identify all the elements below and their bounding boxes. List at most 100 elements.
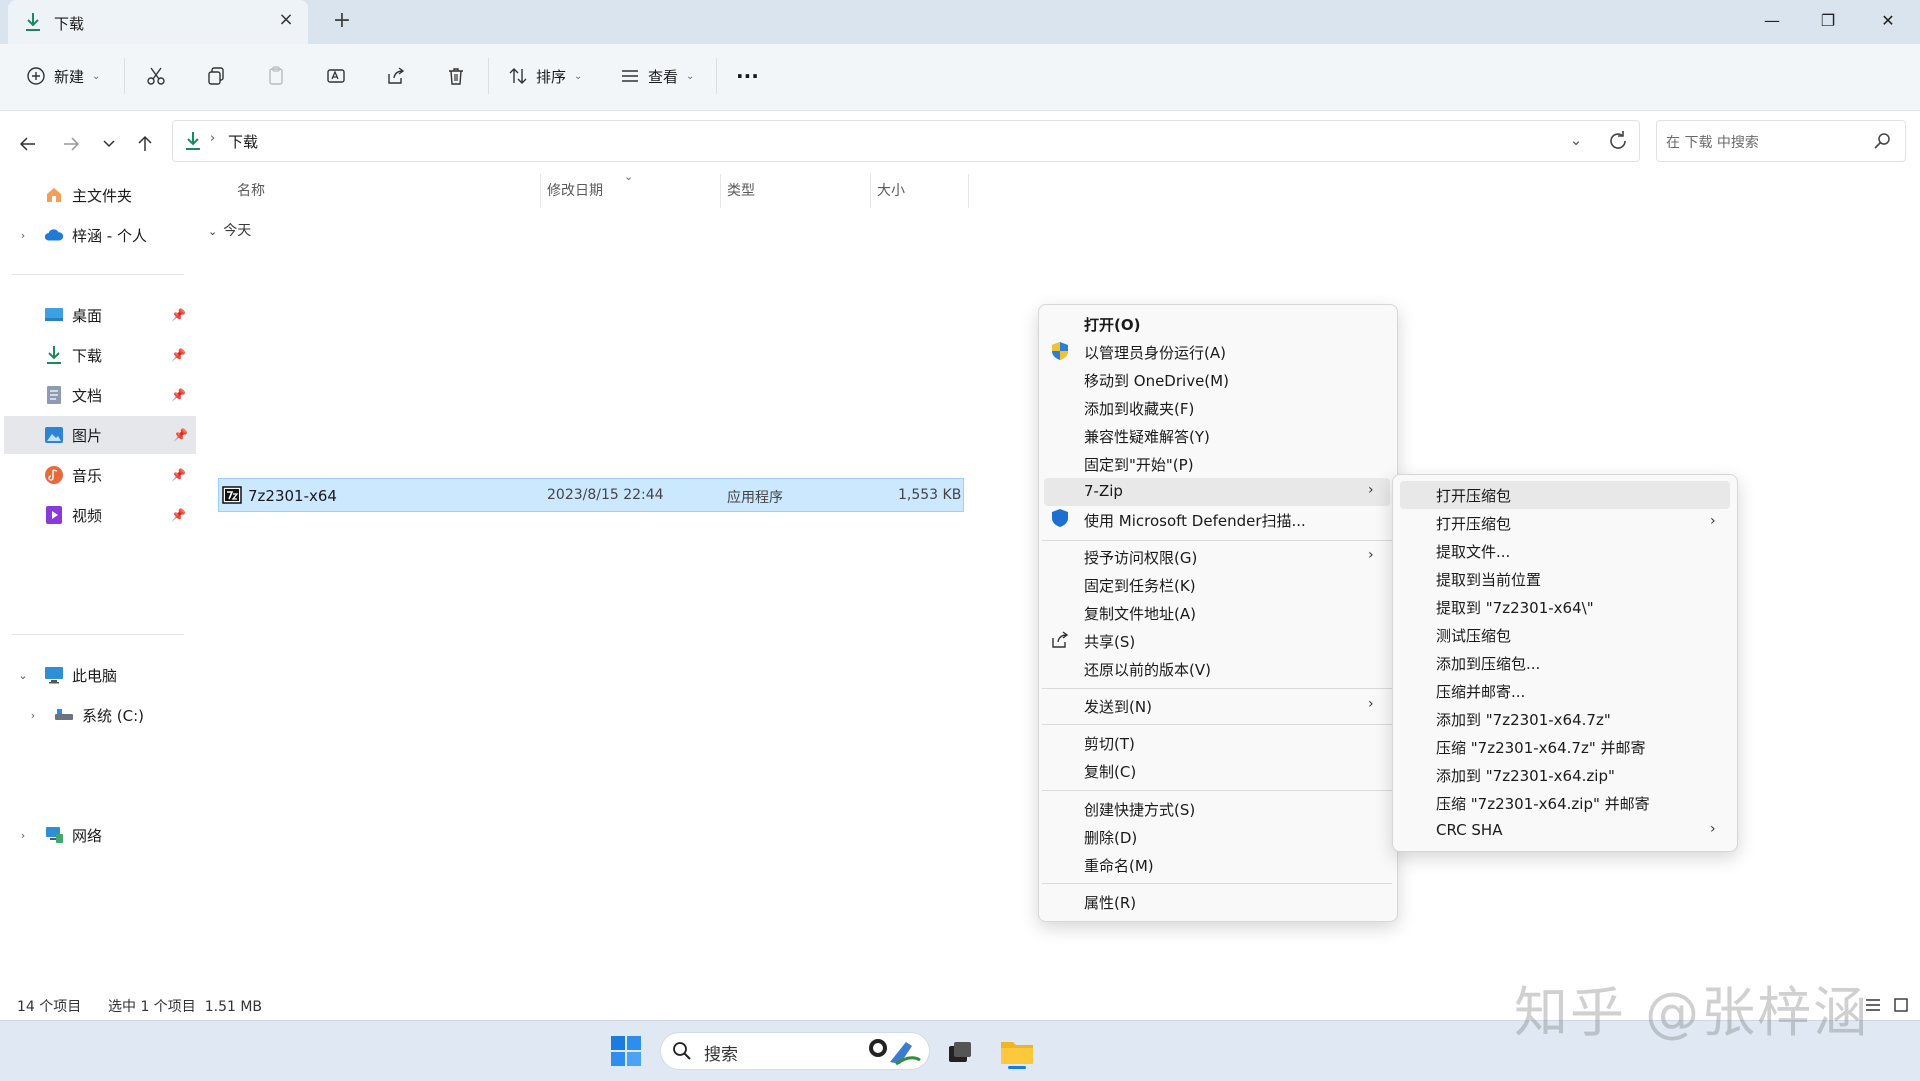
home-icon	[44, 185, 64, 205]
taskbar-search-input[interactable]: 搜索	[704, 1040, 738, 1065]
menu-item-rename[interactable]: 重命名(M)	[1084, 855, 1154, 876]
menu-item-delete[interactable]: 删除(D)	[1084, 827, 1137, 848]
close-window-button[interactable]: ✕	[1868, 6, 1908, 36]
menu-item-troubleshoot-compatibility[interactable]: 兼容性疑难解答(Y)	[1084, 426, 1210, 447]
tab-downloads[interactable]	[8, 0, 308, 44]
menu-item-pin-to-start[interactable]: 固定到"开始"(P)	[1084, 454, 1194, 475]
submenu-item-add-to-7z[interactable]: 添加到 "7z2301-x64.7z"	[1436, 709, 1611, 730]
submenu-item-open-archive[interactable]: 打开压缩包	[1436, 485, 1511, 506]
command-bar	[0, 44, 1920, 111]
search-input[interactable]: 在 下载 中搜索	[1666, 132, 1759, 152]
close-tab-icon[interactable]: ×	[276, 10, 296, 30]
pin-icon[interactable]: 📌	[171, 468, 186, 482]
column-divider[interactable]	[968, 174, 969, 208]
pin-icon[interactable]: 📌	[173, 428, 188, 442]
sidebar-item-home[interactable]: 主文件夹	[12, 178, 194, 212]
forward-button[interactable]	[55, 128, 87, 160]
sidebar-item-network[interactable]: › 网络	[12, 818, 194, 852]
column-divider[interactable]	[540, 174, 541, 208]
sidebar-item-this-pc[interactable]: ⌄ 此电脑	[12, 658, 194, 692]
plus-circle-icon	[27, 67, 45, 85]
sidebar-item-music[interactable]: 音乐 📌	[12, 458, 194, 492]
new-tab-button[interactable]: +	[332, 10, 352, 32]
menu-item-copy-path[interactable]: 复制文件地址(A)	[1084, 603, 1196, 624]
share-icon	[1052, 631, 1069, 648]
menu-item-defender-scan[interactable]: 使用 Microsoft Defender扫描...	[1084, 510, 1306, 531]
menu-item-restore-previous-versions[interactable]: 还原以前的版本(V)	[1084, 659, 1211, 680]
sidebar-item-videos[interactable]: 视频 📌	[12, 498, 194, 532]
pin-icon[interactable]: 📌	[171, 308, 186, 322]
submenu-item-extract-here[interactable]: 提取到当前位置	[1436, 569, 1541, 590]
menu-item-properties[interactable]: 属性(R)	[1084, 892, 1136, 913]
sort-button[interactable]: 排序 ⌄	[508, 60, 582, 92]
submenu-item-compress-zip-email[interactable]: 压缩 "7z2301-x64.zip" 并邮寄	[1436, 793, 1650, 814]
menu-item-share[interactable]: 共享(S)	[1084, 631, 1135, 652]
minimize-button[interactable]: —	[1752, 6, 1792, 36]
breadcrumb-downloads[interactable]: 下载	[228, 131, 258, 152]
delete-icon[interactable]	[446, 66, 466, 86]
address-dropdown-icon[interactable]: ⌄	[1566, 131, 1586, 151]
menu-item-7zip[interactable]: 7-Zip	[1084, 482, 1123, 500]
submenu-item-extract-files[interactable]: 提取文件...	[1436, 541, 1510, 562]
menu-divider	[1042, 540, 1392, 541]
menu-item-give-access[interactable]: 授予访问权限(G)	[1084, 547, 1197, 568]
back-button[interactable]	[12, 128, 44, 160]
refresh-icon[interactable]	[1606, 129, 1630, 153]
submenu-item-open-archive-with[interactable]: 打开压缩包	[1436, 513, 1511, 534]
submenu-item-extract-to-folder[interactable]: 提取到 "7z2301-x64\"	[1436, 597, 1594, 618]
submenu-item-add-to-archive[interactable]: 添加到压缩包...	[1436, 653, 1540, 674]
sidebar-item-onedrive[interactable]: › 梓涵 - 个人	[12, 218, 194, 252]
group-header-today[interactable]: ⌄ 今天	[208, 220, 251, 240]
submenu-item-crc-sha[interactable]: CRC SHA	[1436, 821, 1502, 839]
sidebar-item-desktop[interactable]: 桌面 📌	[12, 298, 194, 332]
up-button[interactable]	[129, 128, 161, 160]
submenu-item-compress-and-email[interactable]: 压缩并邮寄...	[1436, 681, 1525, 702]
column-divider[interactable]	[870, 174, 871, 208]
pin-icon[interactable]: 📌	[171, 348, 186, 362]
maximize-button[interactable]: ❐	[1808, 6, 1848, 36]
windows-start-icon[interactable]	[610, 1035, 642, 1067]
chevron-right-icon[interactable]: ›	[12, 229, 34, 242]
pin-icon[interactable]: 📌	[171, 388, 186, 402]
recent-locations-button[interactable]	[93, 128, 125, 160]
paste-icon[interactable]	[266, 66, 286, 86]
chevron-right-icon[interactable]: ›	[12, 829, 34, 842]
file-date: 2023/8/15 22:44	[547, 487, 664, 503]
column-header-name[interactable]: 名称	[237, 180, 265, 200]
menu-item-copy[interactable]: 复制(C)	[1084, 761, 1136, 782]
new-button[interactable]: 新建 ⌄	[26, 60, 100, 92]
menu-item-send-to[interactable]: 发送到(N)	[1084, 696, 1152, 717]
share-icon[interactable]	[386, 66, 406, 86]
file-explorer-taskbar-icon[interactable]	[998, 1034, 1036, 1070]
menu-item-create-shortcut[interactable]: 创建快捷方式(S)	[1084, 799, 1195, 820]
sidebar-item-system-drive[interactable]: › 系统 (C:)	[22, 698, 204, 732]
pin-icon[interactable]: 📌	[171, 508, 186, 522]
column-header-date[interactable]: 修改日期	[547, 180, 603, 200]
sidebar-item-pictures[interactable]: 图片 📌	[4, 416, 196, 454]
menu-item-pin-to-taskbar[interactable]: 固定到任务栏(K)	[1084, 575, 1196, 596]
menu-item-open[interactable]: 打开(O)	[1084, 314, 1140, 335]
menu-item-cut[interactable]: 剪切(T)	[1084, 733, 1135, 754]
sidebar-item-downloads[interactable]: 下载 📌	[12, 338, 194, 372]
chevron-down-icon[interactable]: ⌄	[12, 669, 34, 682]
submenu-item-add-to-zip[interactable]: 添加到 "7z2301-x64.zip"	[1436, 765, 1615, 786]
column-header-type[interactable]: 类型	[727, 180, 755, 200]
rename-icon[interactable]	[326, 66, 346, 86]
address-bar[interactable]	[172, 120, 1640, 162]
menu-item-run-as-admin[interactable]: 以管理员身份运行(A)	[1084, 342, 1226, 363]
view-button[interactable]: 查看 ⌄	[620, 60, 694, 92]
column-divider[interactable]	[720, 174, 721, 208]
chevron-right-icon[interactable]: ›	[22, 709, 44, 722]
tiles-view-icon[interactable]	[1892, 996, 1910, 1014]
task-view-icon[interactable]	[946, 1038, 974, 1066]
column-header-size[interactable]: 大小	[877, 180, 905, 200]
more-options-button[interactable]: ···	[736, 60, 759, 92]
search-icon[interactable]	[1872, 131, 1892, 151]
menu-item-move-to-onedrive[interactable]: 移动到 OneDrive(M)	[1084, 370, 1229, 391]
sidebar-item-documents[interactable]: 文档 📌	[12, 378, 194, 412]
copy-icon[interactable]	[206, 66, 226, 86]
cut-icon[interactable]	[146, 66, 166, 86]
menu-item-add-to-favorites[interactable]: 添加到收藏夹(F)	[1084, 398, 1194, 419]
submenu-item-compress-7z-email[interactable]: 压缩 "7z2301-x64.7z" 并邮寄	[1436, 737, 1646, 758]
submenu-item-test-archive[interactable]: 测试压缩包	[1436, 625, 1511, 646]
